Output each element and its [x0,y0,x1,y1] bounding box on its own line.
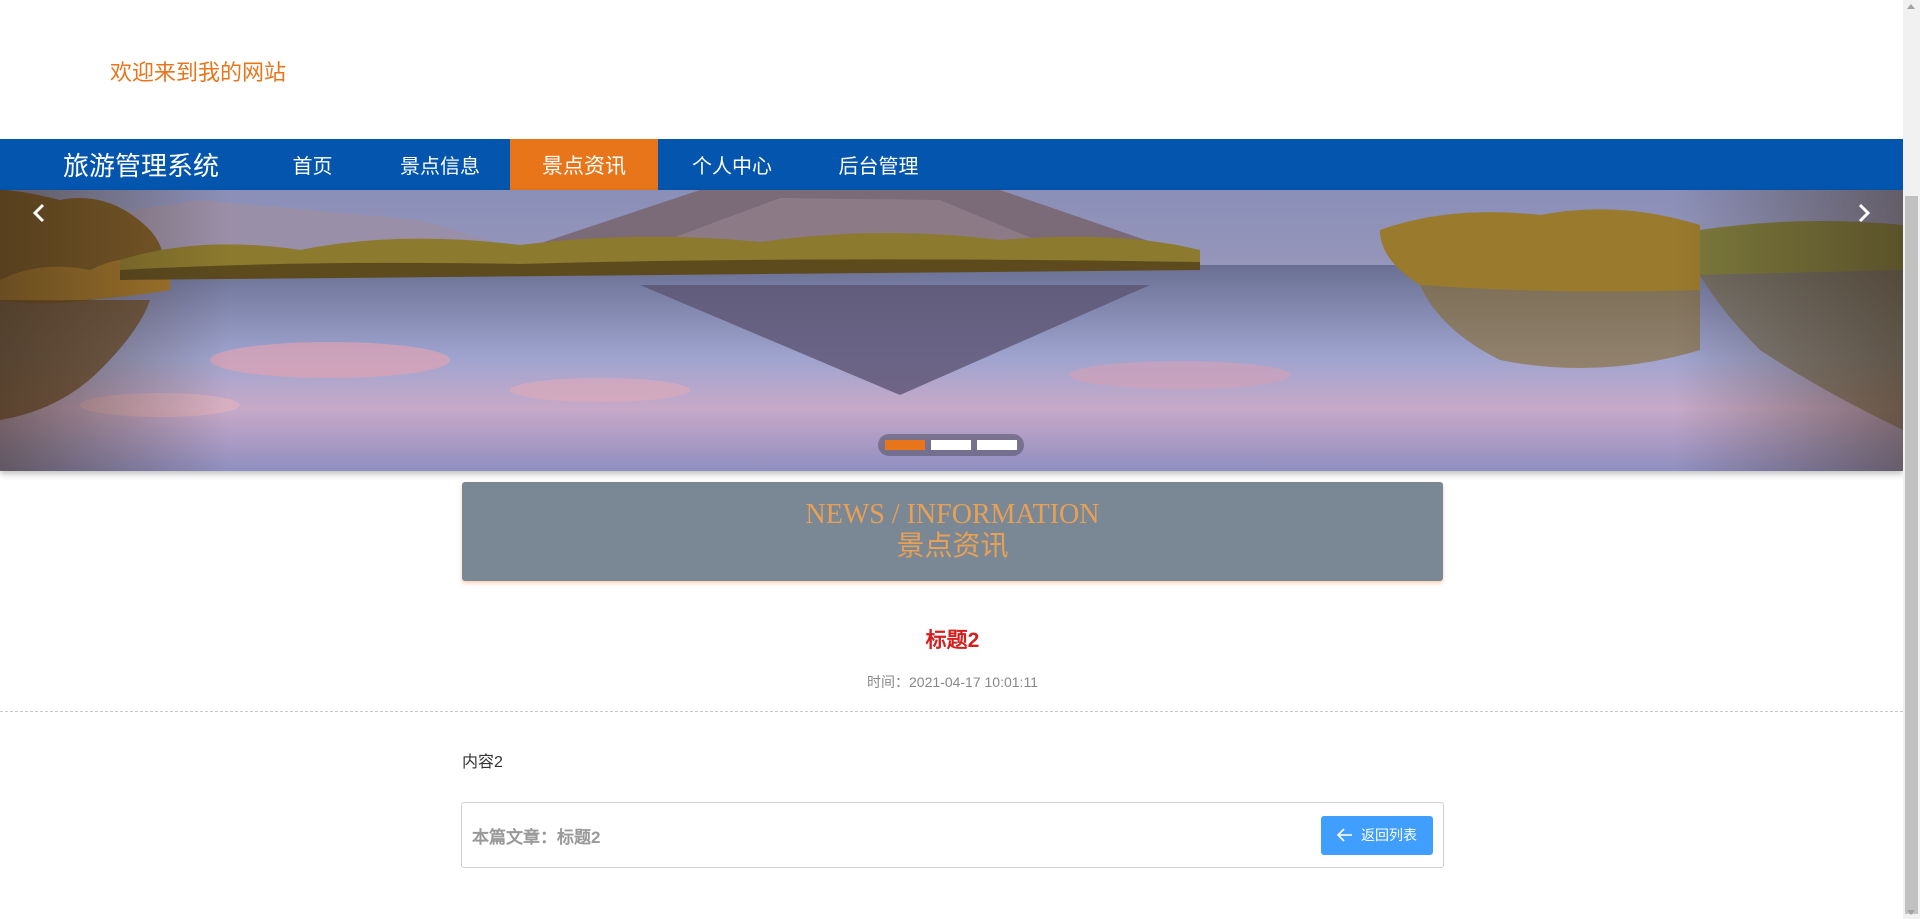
scrollbar-thumb[interactable] [1905,196,1918,914]
section-title-zh: 景点资讯 [896,531,1009,562]
article-footer: 本篇文章：标题2 返回列表 [461,802,1444,868]
banner-carousel[interactable] [0,190,1903,471]
banner-prev-button[interactable] [24,198,54,228]
banner-image [0,190,1903,471]
vertical-scrollbar[interactable] [1903,0,1920,919]
nav-item-home[interactable]: 首页 [255,139,370,190]
banner-next-button[interactable] [1849,198,1879,228]
arrow-left-icon [1337,828,1352,842]
scroll-down-icon[interactable] [1907,910,1915,915]
chevron-left-icon [32,203,45,223]
nav-item-profile[interactable]: 个人中心 [658,139,806,190]
carousel-dot-1[interactable] [885,440,925,450]
nav-item-attractions[interactable]: 景点信息 [370,139,510,190]
divider [0,711,1903,712]
back-to-list-label: 返回列表 [1361,827,1417,843]
back-to-list-button[interactable]: 返回列表 [1321,815,1433,855]
carousel-indicators [878,434,1024,456]
section-header: NEWS / INFORMATION 景点资讯 [462,482,1443,581]
page: 欢迎来到我的网站 旅游管理系统 首页 景点信息 景点资讯 个人中心 后台管理 N… [0,0,1903,919]
article-title: 标题2 [925,629,980,652]
article-time: 时间：2021-04-17 10:01:11 [867,674,1038,690]
chevron-right-icon [1858,203,1871,223]
current-article-label: 本篇文章：标题2 [472,827,601,847]
scroll-up-icon[interactable] [1907,4,1915,9]
section-title-en: NEWS / INFORMATION [805,499,1100,530]
main-nav: 旅游管理系统 首页 景点信息 景点资讯 个人中心 后台管理 [0,139,1903,190]
site-brand[interactable]: 旅游管理系统 [0,139,255,190]
carousel-dot-3[interactable] [977,440,1017,450]
nav-item-admin[interactable]: 后台管理 [806,139,951,190]
article-content: 内容2 [462,754,503,771]
carousel-dot-2[interactable] [931,440,971,450]
welcome-text: 欢迎来到我的网站 [110,60,287,85]
nav-item-news[interactable]: 景点资讯 [510,139,658,190]
